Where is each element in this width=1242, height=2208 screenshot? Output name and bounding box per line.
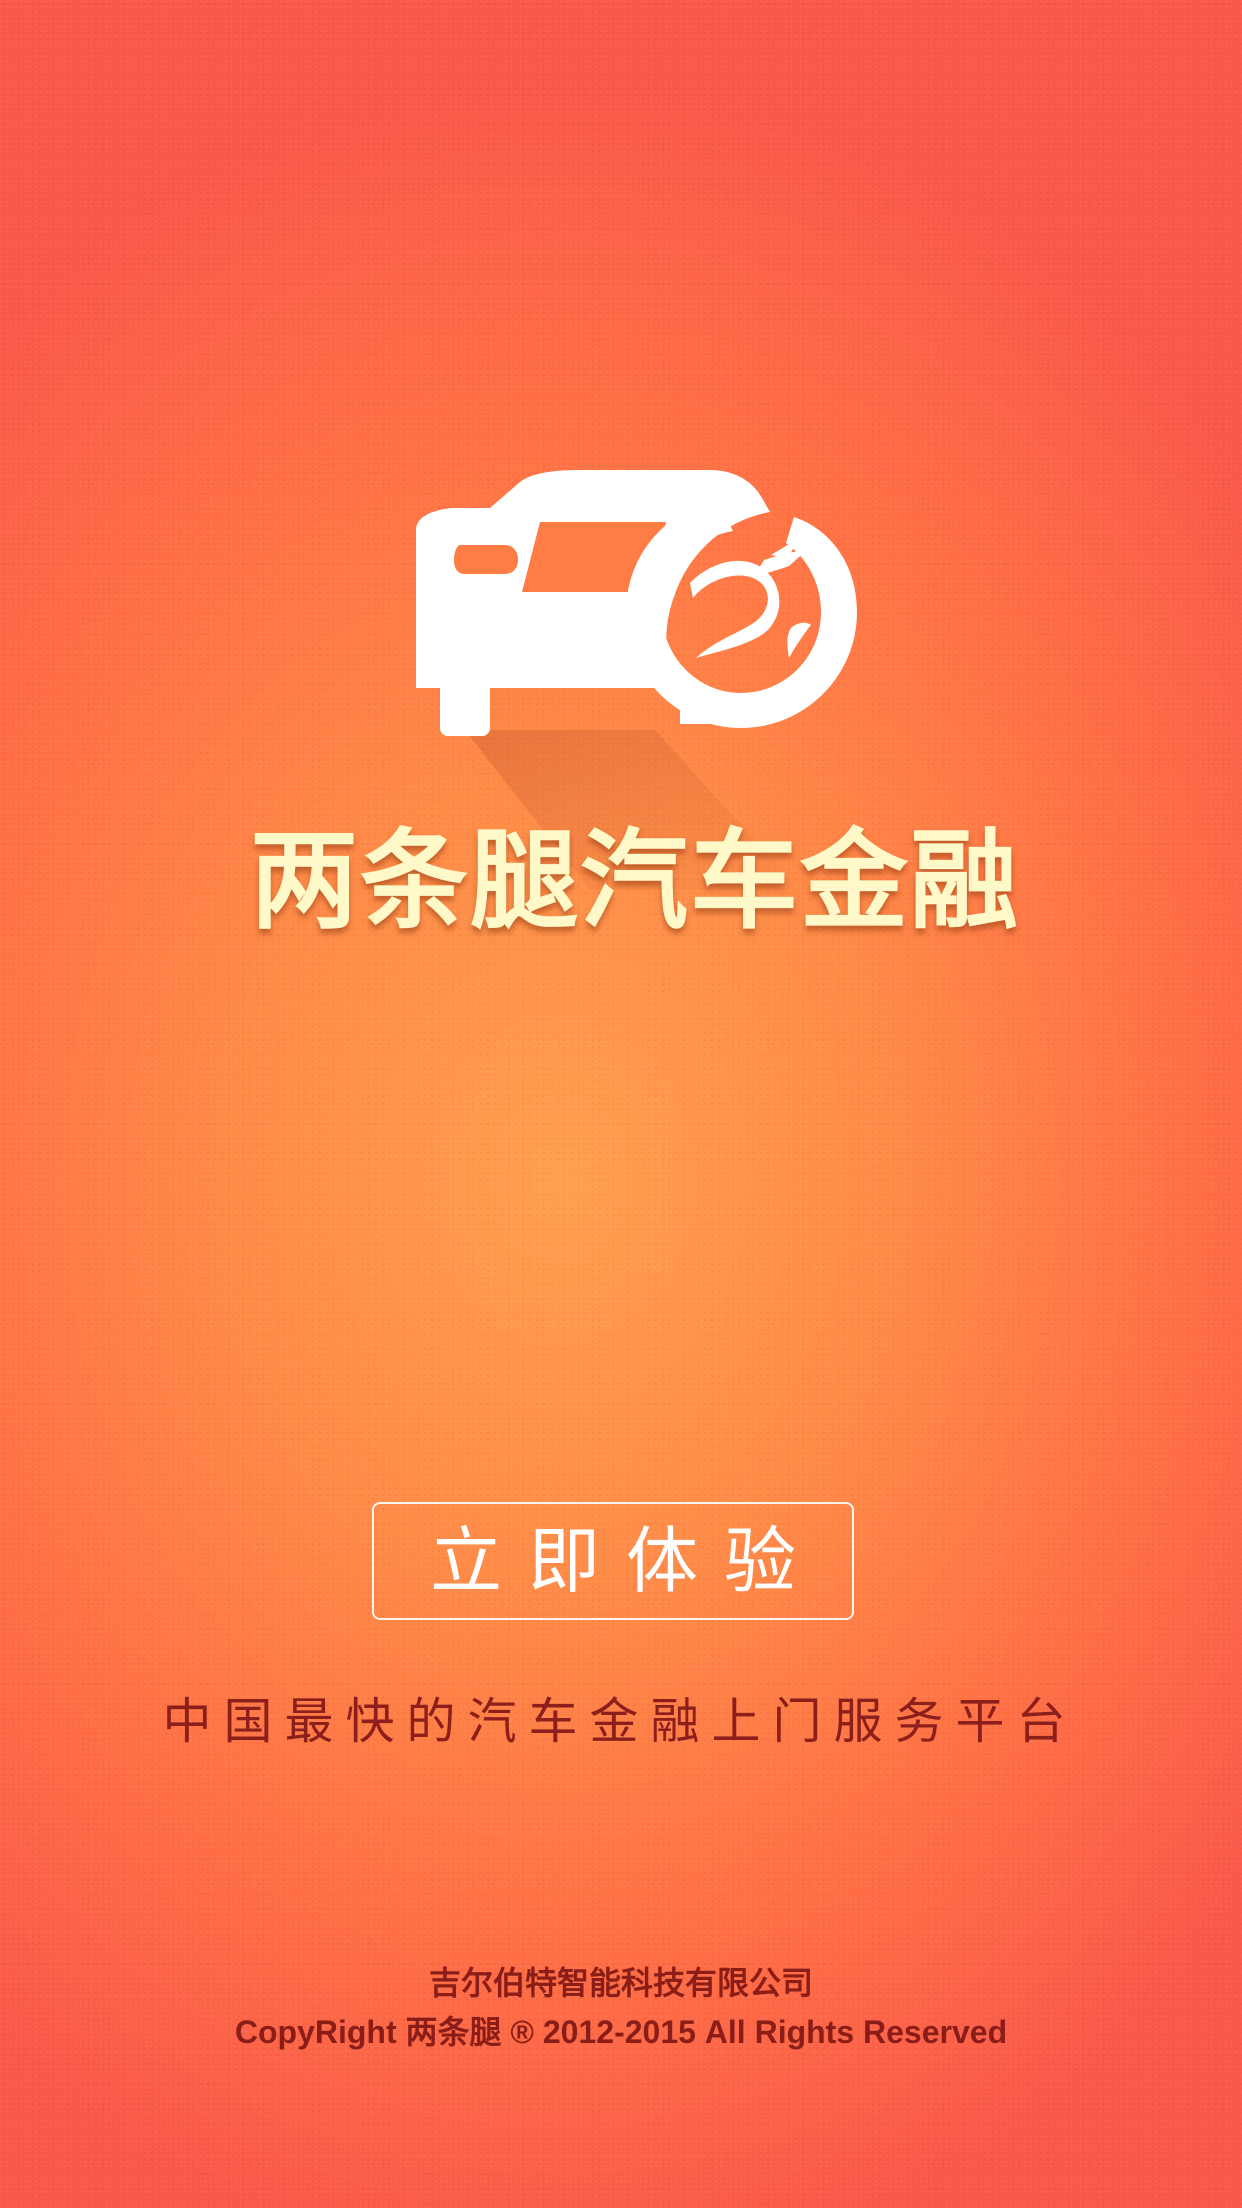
copyright-text: CopyRight 两条腿 ® 2012-2015 All Rights Res… bbox=[234, 2014, 1008, 2050]
slogan: 中国最快的汽车金融上门服务平台 bbox=[162, 1693, 1078, 1750]
car-wheel-logo-icon bbox=[410, 470, 890, 890]
try-now-button[interactable]: 立即体验 bbox=[372, 1502, 854, 1620]
background-texture bbox=[0, 0, 1242, 2208]
brand-title: 两条腿汽车金融 bbox=[250, 819, 1021, 944]
company-name: 吉尔伯特智能科技有限公司 bbox=[428, 1965, 813, 2001]
